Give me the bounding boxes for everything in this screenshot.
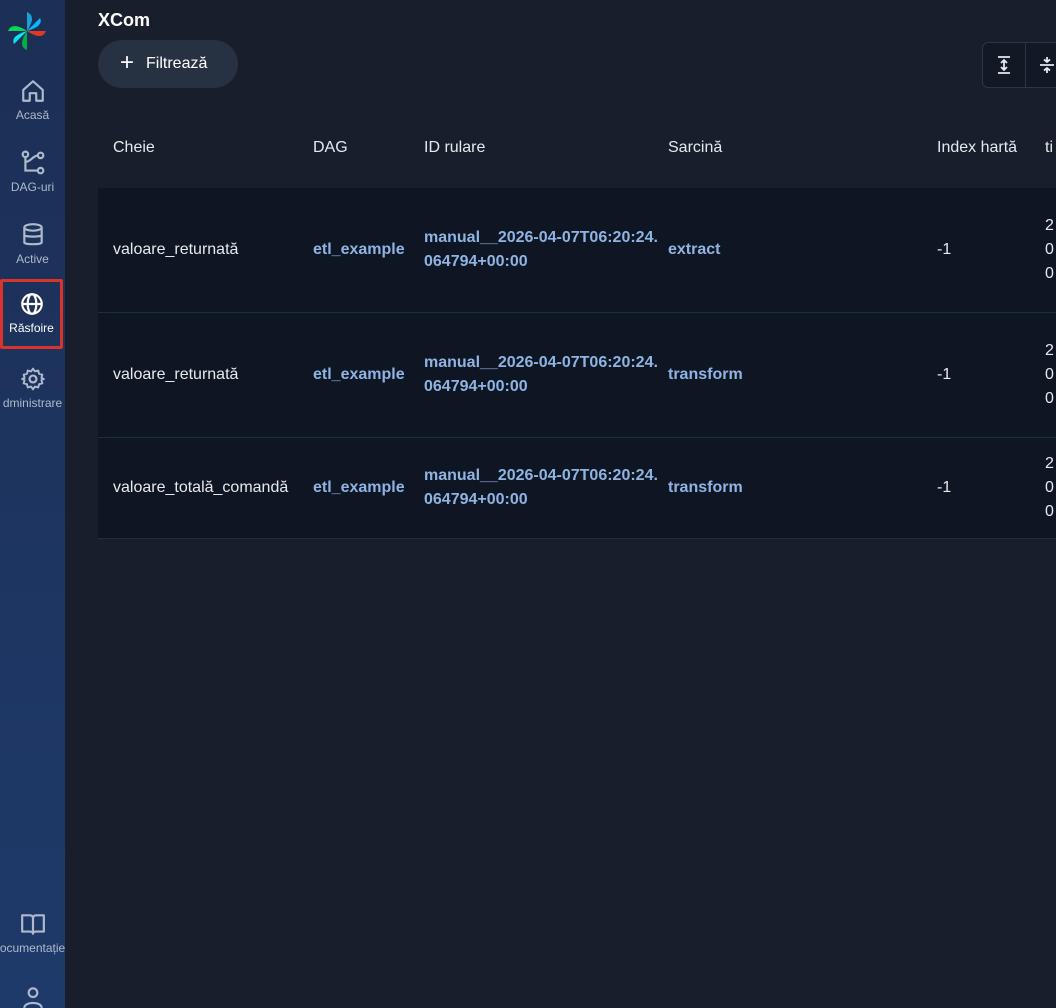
cell-map-index: -1 xyxy=(937,479,952,496)
cell-task-link[interactable]: extract xyxy=(668,188,720,312)
home-icon xyxy=(21,80,44,102)
book-icon xyxy=(20,914,45,935)
cell-run-id-link[interactable]: manual__2026-04-07T06:20:24.064794+00:00 xyxy=(424,188,660,312)
cell-dag-link[interactable]: etl_example xyxy=(313,188,405,312)
main-content: XCom + Filtrează Cheie DAG ID rulare Sar… xyxy=(65,0,1056,1008)
page-title: XCom xyxy=(98,10,151,30)
filter-button[interactable]: + Filtrează xyxy=(98,40,238,88)
nav-label-docs: ocumentație xyxy=(0,941,65,955)
cell-task-link[interactable]: transform xyxy=(668,313,743,437)
table-row: valoare_returnată etl_example manual__20… xyxy=(98,188,1056,313)
user-icon xyxy=(22,987,43,1008)
nav-label-dags: DAG-uri xyxy=(10,180,55,194)
plus-icon: + xyxy=(120,49,135,76)
gear-icon xyxy=(20,367,45,391)
cell-timestamp: 2 0 0 xyxy=(1045,217,1054,282)
column-header-dag[interactable]: DAG xyxy=(313,108,348,188)
cell-timestamp: 2 0 0 xyxy=(1045,455,1054,520)
nav-item-docs[interactable]: ocumentație xyxy=(0,901,65,967)
collapse-icon xyxy=(1040,57,1054,73)
cell-task-link[interactable]: transform xyxy=(668,438,743,538)
cell-key: valoare_totală_comandă xyxy=(113,479,289,496)
expand-icon xyxy=(998,56,1010,74)
nav-label-assets: Active xyxy=(16,252,49,266)
expand-rows-button[interactable] xyxy=(983,43,1026,87)
collapse-rows-button[interactable] xyxy=(1026,43,1056,87)
app-root: Acasă DAG-uri Active Răsfoire dministrar… xyxy=(0,0,1056,1008)
cell-run-id-link[interactable]: manual__2026-04-07T06:20:24.064794+00:00 xyxy=(424,438,660,538)
airflow-logo[interactable] xyxy=(6,10,48,52)
xcom-table: Cheie DAG ID rulare Sarcină Index hartă … xyxy=(98,108,1056,539)
nav-label-admin: dministrare xyxy=(2,396,63,410)
nav-item-user[interactable] xyxy=(0,974,65,1008)
nav-label-browse: Răsfoire xyxy=(9,321,54,335)
column-header-task[interactable]: Sarcină xyxy=(668,108,722,188)
cell-key: valoare_returnată xyxy=(113,241,239,258)
column-header-key[interactable]: Cheie xyxy=(113,108,155,188)
nav-item-dags[interactable]: DAG-uri xyxy=(0,140,65,206)
table-row: valoare_totală_comandă etl_example manua… xyxy=(98,438,1056,539)
nav-item-assets[interactable]: Active xyxy=(0,212,65,278)
cell-dag-link[interactable]: etl_example xyxy=(313,438,405,538)
cell-map-index: -1 xyxy=(937,241,952,258)
database-icon xyxy=(22,223,43,246)
cell-dag-link[interactable]: etl_example xyxy=(313,313,405,437)
table-header: Cheie DAG ID rulare Sarcină Index hartă … xyxy=(98,108,1056,188)
column-header-map-index[interactable]: Index hartă xyxy=(937,108,1017,188)
nav-item-home[interactable]: Acasă xyxy=(0,68,65,134)
table-row: valoare_returnată etl_example manual__20… xyxy=(98,313,1056,438)
nav-item-browse[interactable]: Răsfoire xyxy=(0,279,63,349)
nav-item-admin[interactable]: dministrare xyxy=(0,356,65,422)
column-header-run-id[interactable]: ID rulare xyxy=(424,108,485,188)
column-header-timestamp[interactable]: ti xyxy=(1045,108,1053,188)
globe-icon xyxy=(20,293,43,315)
filter-button-label: Filtrează xyxy=(146,55,208,72)
cell-key: valoare_returnată xyxy=(113,366,239,383)
dag-icon xyxy=(21,150,44,175)
cell-timestamp: 2 0 0 xyxy=(1045,342,1054,407)
cell-run-id-link[interactable]: manual__2026-04-07T06:20:24.064794+00:00 xyxy=(424,313,660,437)
cell-map-index: -1 xyxy=(937,366,952,383)
nav-label-home: Acasă xyxy=(15,108,50,122)
sidebar: Acasă DAG-uri Active Răsfoire dministrar… xyxy=(0,0,65,1008)
row-density-toggle xyxy=(982,42,1056,88)
